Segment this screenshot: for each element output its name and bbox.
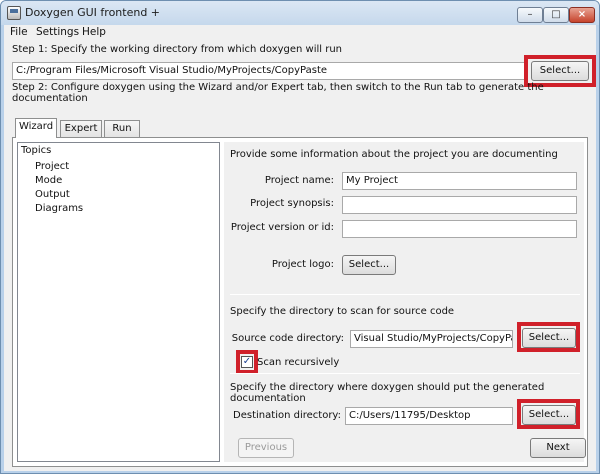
project-version-label: Project version or id: bbox=[230, 222, 334, 233]
source-heading: Specify the directory to scan for source… bbox=[230, 306, 455, 317]
divider-destination bbox=[230, 373, 580, 374]
project-name-input[interactable]: My Project bbox=[342, 172, 577, 190]
menu-file[interactable]: File bbox=[10, 26, 28, 38]
source-directory-label: Source code directory: bbox=[231, 333, 344, 344]
window-title: Doxygen GUI frontend + bbox=[25, 6, 161, 19]
minimize-button[interactable]: – bbox=[517, 7, 543, 23]
menu-settings[interactable]: Settings bbox=[36, 26, 79, 38]
menu-help[interactable]: Help bbox=[82, 26, 106, 38]
topics-tree[interactable]: Topics Project Mode Output Diagrams bbox=[17, 142, 220, 462]
project-synopsis-input[interactable] bbox=[342, 196, 577, 214]
topic-diagrams[interactable]: Diagrams bbox=[35, 203, 83, 214]
topic-mode[interactable]: Mode bbox=[35, 175, 62, 186]
working-directory-field[interactable]: C:/Program Files/Microsoft Visual Studio… bbox=[12, 62, 525, 80]
divider-source bbox=[230, 294, 580, 295]
tab-run[interactable]: Run bbox=[104, 120, 140, 137]
step1-label: Step 1: Specify the working directory fr… bbox=[12, 44, 343, 55]
project-settings-pane: Provide some information about the proje… bbox=[224, 142, 586, 462]
project-name-label: Project name: bbox=[264, 175, 334, 186]
checkbox-highlight bbox=[236, 350, 258, 374]
topic-output[interactable]: Output bbox=[35, 189, 70, 200]
tab-wizard[interactable]: Wizard bbox=[15, 118, 57, 138]
app-window: Doxygen GUI frontend + – □ × File Settin… bbox=[0, 0, 600, 474]
window-client-area: File Settings Help Step 1: Specify the w… bbox=[4, 25, 596, 471]
next-button[interactable]: Next bbox=[530, 438, 586, 458]
topic-project[interactable]: Project bbox=[35, 161, 69, 172]
scan-recursively-label: Scan recursively bbox=[257, 357, 340, 368]
previous-button[interactable]: Previous bbox=[238, 438, 294, 458]
doxygen-app-icon bbox=[7, 6, 21, 20]
step2-label: Step 2: Configure doxygen using the Wiza… bbox=[12, 82, 544, 104]
project-intro-text: Provide some information about the proje… bbox=[230, 149, 558, 160]
project-logo-label: Project logo: bbox=[271, 259, 334, 270]
project-synopsis-label: Project synopsis: bbox=[250, 198, 334, 209]
menu-bar: File Settings Help bbox=[4, 25, 596, 41]
source-select-highlight bbox=[517, 322, 580, 352]
project-logo-select-button[interactable]: Select... bbox=[342, 255, 396, 275]
destination-directory-input[interactable]: C:/Users/11795/Desktop bbox=[345, 407, 513, 425]
destination-directory-label: Destination directory: bbox=[233, 410, 341, 421]
destination-select-highlight bbox=[517, 399, 580, 429]
topics-header: Topics bbox=[21, 145, 52, 156]
wizard-panel: Topics Project Mode Output Diagrams Prov… bbox=[12, 137, 588, 467]
close-button[interactable]: × bbox=[569, 7, 595, 23]
project-version-input[interactable] bbox=[342, 220, 577, 238]
source-directory-input[interactable]: Visual Studio/MyProjects/CopyPaste bbox=[350, 330, 513, 348]
maximize-button[interactable]: □ bbox=[543, 7, 569, 23]
tab-expert[interactable]: Expert bbox=[60, 120, 102, 137]
title-bar[interactable]: Doxygen GUI frontend + – □ × bbox=[1, 1, 599, 25]
